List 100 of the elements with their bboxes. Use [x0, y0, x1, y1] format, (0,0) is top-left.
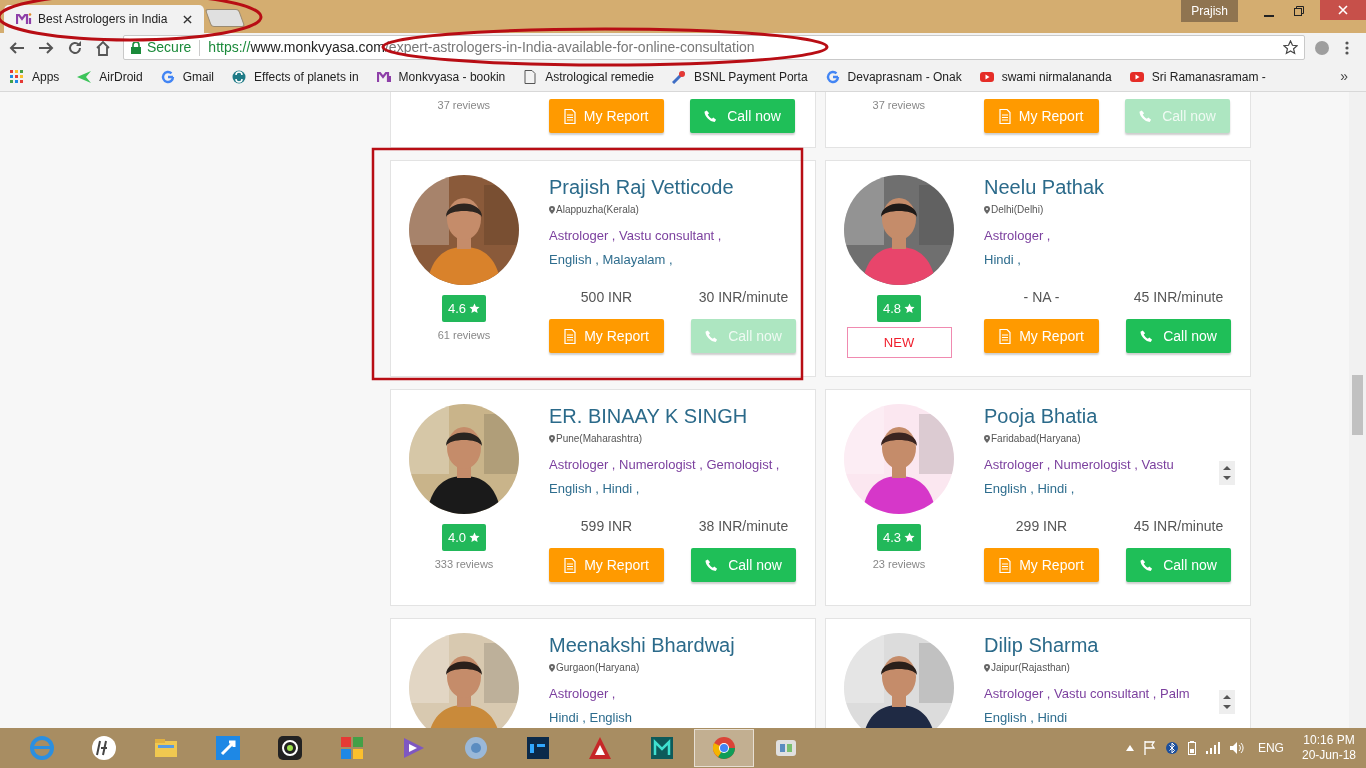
- bookmark-item[interactable]: Astrological remedie: [523, 67, 654, 86]
- circle-logo-icon: [91, 735, 117, 761]
- services-text: Astrologer ,: [984, 227, 1052, 245]
- arrow-icon: [77, 69, 92, 84]
- video-play-icon: [1129, 69, 1144, 84]
- video-play-icon: [979, 69, 994, 84]
- phone-icon: [705, 329, 719, 343]
- call-button[interactable]: Call now: [1126, 548, 1231, 582]
- document-icon: [998, 108, 1011, 124]
- location-pin-icon: [984, 206, 990, 214]
- bookmark-star-icon[interactable]: [1283, 40, 1298, 55]
- bluetooth-icon[interactable]: [1165, 741, 1178, 755]
- input-language[interactable]: ENG: [1257, 739, 1284, 757]
- bookmark-item[interactable]: swami nirmalananda: [979, 67, 1112, 86]
- show-hidden-icons-icon[interactable]: [1125, 745, 1134, 751]
- clock-time: 10:16 PM: [1303, 733, 1355, 748]
- site-logo-icon: [16, 12, 32, 26]
- google-g-icon: [825, 69, 840, 84]
- astrologer-name: ER. BINAAY K SINGH: [549, 404, 749, 428]
- scroll-arrows-icon[interactable]: [1219, 461, 1235, 485]
- languages-text: English , Hindi: [984, 709, 1069, 727]
- menu-icon[interactable]: [1345, 40, 1349, 55]
- document-icon: [564, 328, 577, 344]
- astrologer-name: Dilip Sharma: [984, 633, 1100, 657]
- reload-icon[interactable]: [67, 39, 83, 56]
- location-text: Delhi(Delhi): [991, 204, 1044, 216]
- report-price: 299 INR: [1014, 517, 1069, 535]
- back-icon[interactable]: [9, 40, 25, 55]
- tab-title: Best Astrologers in India: [38, 11, 168, 28]
- extension-icon[interactable]: [1315, 40, 1329, 55]
- camera-icon: [277, 735, 303, 761]
- scrollbar[interactable]: [1349, 92, 1366, 728]
- close-button[interactable]: [1320, 0, 1366, 20]
- chrome-icon: [711, 735, 737, 761]
- app-tile-icon: [525, 735, 551, 761]
- services-text: Astrologer , Vastu consultant , Palm: [984, 685, 1191, 703]
- page-icon: [523, 69, 538, 84]
- location-pin-icon: [549, 435, 555, 443]
- bookmark-item[interactable]: Effects of planets in: [232, 67, 359, 86]
- document-icon: [564, 557, 577, 573]
- languages-text: English , Hindi ,: [549, 480, 641, 498]
- restore-icon[interactable]: [1294, 6, 1304, 16]
- google-g-icon: [160, 69, 175, 84]
- astrologer-name: Meenakshi Bhardwaj: [549, 633, 736, 657]
- volume-icon[interactable]: [1229, 742, 1244, 754]
- report-price: 599 INR: [579, 517, 634, 535]
- star-icon: [469, 303, 481, 314]
- bookmark-item[interactable]: Monkvyasa - bookin: [376, 67, 506, 86]
- phone-icon: [1140, 329, 1154, 343]
- bookmark-item[interactable]: Devaprasnam - Onak: [825, 67, 962, 86]
- review-count: 23 reviews: [872, 557, 926, 572]
- services-text: Astrologer , Vastu consultant ,: [549, 227, 723, 245]
- call-button[interactable]: Call now: [1126, 319, 1231, 353]
- location-text: Alappuzha(Kerala): [556, 204, 639, 216]
- bookmark-item[interactable]: Sri Ramanasramam -: [1129, 67, 1266, 86]
- call-price: 45 INR/minute: [1132, 517, 1225, 535]
- browser-tab[interactable]: Best Astrologers in India: [4, 5, 204, 33]
- astrologer-name: Prajish Raj Vetticode: [549, 175, 735, 199]
- home-icon[interactable]: [95, 39, 111, 56]
- call-price: 38 INR/minute: [697, 517, 790, 535]
- call-button[interactable]: Call now: [691, 548, 796, 582]
- clock[interactable]: 10:16 PM 20-Jun-18: [1301, 733, 1356, 763]
- rocket-icon: [215, 735, 241, 761]
- languages-text: English , Hindi ,: [984, 480, 1076, 498]
- triangle-logo-icon: [587, 735, 613, 761]
- location-text: Faridabad(Haryana): [991, 433, 1081, 445]
- close-tab-icon[interactable]: [183, 14, 192, 24]
- services-text: Astrologer , Numerologist , Vastu: [984, 456, 1175, 474]
- profile-button[interactable]: Prajish: [1181, 0, 1238, 22]
- call-price: 45 INR/minute: [1132, 288, 1225, 306]
- app-tile-icon: [649, 735, 675, 761]
- languages-text: English , Malayalam ,: [549, 251, 674, 269]
- battery-icon[interactable]: [1187, 741, 1196, 755]
- location-pin-icon: [549, 664, 555, 672]
- flag-icon[interactable]: [1143, 741, 1156, 755]
- rating-badge: 4.6: [442, 295, 486, 322]
- signal-icon[interactable]: [1205, 742, 1220, 754]
- bookmark-item[interactable]: Gmail: [160, 67, 215, 86]
- phone-icon: [1139, 109, 1153, 123]
- close-icon: [1338, 5, 1348, 15]
- browser-icon: [29, 735, 55, 761]
- scroll-arrows-icon[interactable]: [1219, 690, 1235, 714]
- scrollbar-thumb[interactable]: [1352, 375, 1363, 435]
- phone-icon: [1140, 558, 1154, 572]
- phone-icon: [704, 109, 718, 123]
- bookmarks-overflow-button[interactable]: »: [1340, 66, 1348, 87]
- document-icon: [563, 108, 576, 124]
- forward-icon[interactable]: [38, 40, 54, 55]
- clock-date: 20-Jun-18: [1301, 748, 1356, 763]
- languages-text: Hindi ,: [984, 251, 1022, 269]
- new-tab-button[interactable]: [204, 9, 246, 27]
- bookmark-item[interactable]: BSNL Payment Porta: [672, 67, 808, 86]
- call-price: 30 INR/minute: [697, 288, 790, 306]
- location-text: Pune(Maharashtra): [556, 433, 643, 445]
- rating-badge: 4.8: [877, 295, 921, 322]
- review-count: 37 reviews: [437, 99, 491, 112]
- call-button[interactable]: Call now: [690, 99, 795, 133]
- languages-text: Hindi , English: [549, 709, 634, 727]
- bookmark-item[interactable]: Apps: [10, 67, 60, 86]
- bookmark-item[interactable]: AirDroid: [77, 67, 143, 86]
